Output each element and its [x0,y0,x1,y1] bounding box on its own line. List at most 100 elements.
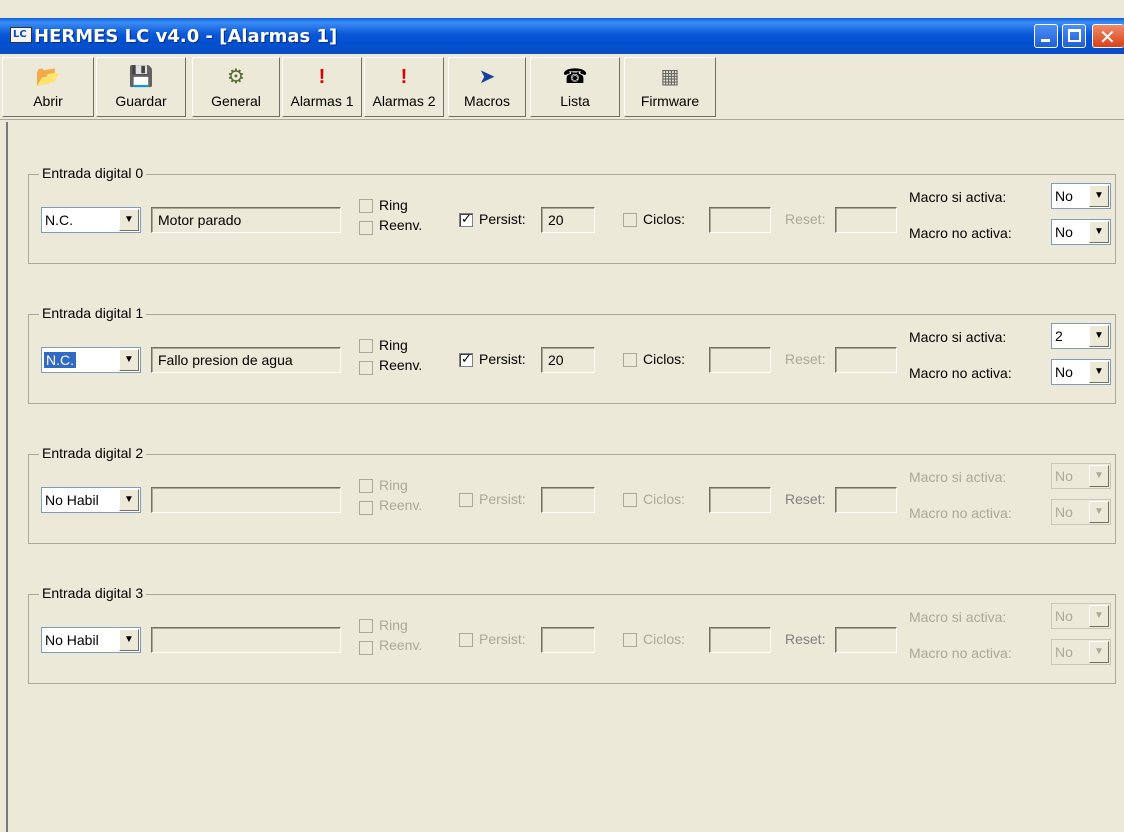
alarms2-label: Alarmas 2 [372,93,436,109]
persist-checkbox[interactable]: ✓ [459,211,473,227]
reset-label: Reset: [785,351,826,367]
reenv-checkbox[interactable] [359,641,373,655]
persist-field[interactable]: 20 [541,347,595,373]
ring-checkbox[interactable] [359,619,373,633]
persist-checkbox[interactable] [459,633,473,647]
minimize-button[interactable] [1034,24,1058,48]
list-label: Lista [560,93,590,109]
reset-field[interactable] [835,627,897,653]
reset-field[interactable] [835,207,897,233]
reset-label: Reset: [785,631,826,647]
save-button[interactable]: 💾 Guardar [96,57,186,117]
chevron-down-icon[interactable]: ▼ [1089,465,1109,487]
checkmark-icon: ✓ [461,211,472,226]
cycles-checkbox[interactable] [623,493,637,507]
maximize-button[interactable] [1062,24,1086,48]
reenv-checkbox[interactable] [359,501,373,515]
macro-flag-icon: ➤ [478,66,496,88]
macro-active-value: No [1055,188,1073,204]
chevron-down-icon[interactable]: ▼ [119,349,139,371]
persist-checkbox[interactable] [459,493,473,507]
mode-select[interactable]: No Habil ▼ [41,487,141,513]
macro-active-select[interactable]: No ▼ [1051,603,1111,629]
ring-checkbox[interactable] [359,339,373,353]
chevron-down-icon[interactable]: ▼ [119,489,139,511]
alarm-name-value: Motor parado [158,212,242,228]
group-title: Entrada digital 3 [39,585,147,601]
macro-inactive-value: No [1055,224,1073,240]
alarms1-button[interactable]: ! Alarmas 1 [282,57,362,117]
mode-select[interactable]: N.C. ▼ [41,347,141,373]
chip-icon: ▦ [660,66,680,88]
digital-input-group-1: Entrada digital 1 N.C. ▼ Fallo presion d… [28,305,1116,404]
macro-active-value: No [1055,468,1073,484]
chevron-down-icon[interactable]: ▼ [1089,361,1109,383]
chevron-down-icon[interactable]: ▼ [1089,325,1109,347]
general-button[interactable]: ⚙ General [192,57,280,117]
chevron-down-icon[interactable]: ▼ [1089,641,1109,663]
reenv-checkbox[interactable] [359,221,373,235]
alarm-name-value: Fallo presion de agua [158,352,293,368]
chevron-down-icon[interactable]: ▼ [1089,221,1109,243]
cycles-label: Ciclos: [643,211,686,227]
persist-checkbox[interactable]: ✓ [459,351,473,367]
macro-inactive-select[interactable]: No ▼ [1051,359,1111,385]
phone-icon: ☎ [562,66,588,88]
persist-field[interactable]: 20 [541,207,595,233]
cycles-field[interactable] [709,627,771,653]
cycles-field[interactable] [709,487,771,513]
cycles-checkbox[interactable] [623,213,637,227]
open-label: Abrir [33,93,63,109]
macro-inactive-label: Macro no activa: [909,505,1012,521]
ring-checkbox[interactable] [359,479,373,493]
reset-field[interactable] [835,487,897,513]
chevron-down-icon[interactable]: ▼ [1089,501,1109,523]
chevron-down-icon[interactable]: ▼ [1089,605,1109,627]
macro-active-select[interactable]: No ▼ [1051,183,1111,209]
window-title: HERMES LC v4.0 - [Alarmas 1] [34,26,338,47]
chevron-down-icon[interactable]: ▼ [119,629,139,651]
mode-value: No Habil [45,632,99,648]
ring-checkbox[interactable] [359,199,373,213]
cycles-checkbox[interactable] [623,353,637,367]
alarms2-button[interactable]: ! Alarmas 2 [364,57,444,117]
macro-inactive-select[interactable]: No ▼ [1051,499,1111,525]
reset-label: Reset: [785,211,826,227]
persist-field[interactable] [541,487,595,513]
checkmark-icon: ✓ [461,351,472,366]
persist-field[interactable] [541,627,595,653]
open-button[interactable]: 📂 Abrir [2,57,94,117]
macro-inactive-select[interactable]: No ▼ [1051,219,1111,245]
mode-select[interactable]: N.C. ▼ [41,207,141,233]
alarm-exclamation-icon: ! [400,66,408,88]
reenv-checkbox[interactable] [359,361,373,375]
macros-button[interactable]: ➤ Macros [448,57,526,117]
macro-active-select[interactable]: 2 ▼ [1051,323,1111,349]
alarm-name-field[interactable]: Fallo presion de agua [151,347,341,373]
close-button[interactable]: ✕ [1092,24,1124,49]
macro-inactive-label: Macro no activa: [909,645,1012,661]
alarm-name-field[interactable]: Motor parado [151,207,341,233]
cycles-checkbox[interactable] [623,633,637,647]
list-button[interactable]: ☎ Lista [530,57,620,117]
cycles-label: Ciclos: [643,351,686,367]
title-bar[interactable]: LC HERMES LC v4.0 - [Alarmas 1] ✕ [0,18,1124,54]
firmware-button[interactable]: ▦ Firmware [624,57,716,117]
alarm-name-field[interactable] [151,627,341,653]
macro-inactive-value: No [1055,504,1073,520]
save-label: Guardar [115,93,167,109]
macro-inactive-select[interactable]: No ▼ [1051,639,1111,665]
macro-active-select[interactable]: No ▼ [1051,463,1111,489]
cycles-field[interactable] [709,347,771,373]
persist-value: 20 [548,352,564,368]
chevron-down-icon[interactable]: ▼ [1089,185,1109,207]
cycles-field[interactable] [709,207,771,233]
alarm-name-field[interactable] [151,487,341,513]
close-icon: ✕ [1099,25,1116,49]
reset-field[interactable] [835,347,897,373]
app-icon-label: LC [13,29,27,40]
toolbar: 📂 Abrir 💾 Guardar ⚙ General ! Alarmas 1 … [0,54,1124,120]
mode-select[interactable]: No Habil ▼ [41,627,141,653]
chevron-down-icon[interactable]: ▼ [119,209,139,231]
minimize-icon [1041,39,1050,42]
